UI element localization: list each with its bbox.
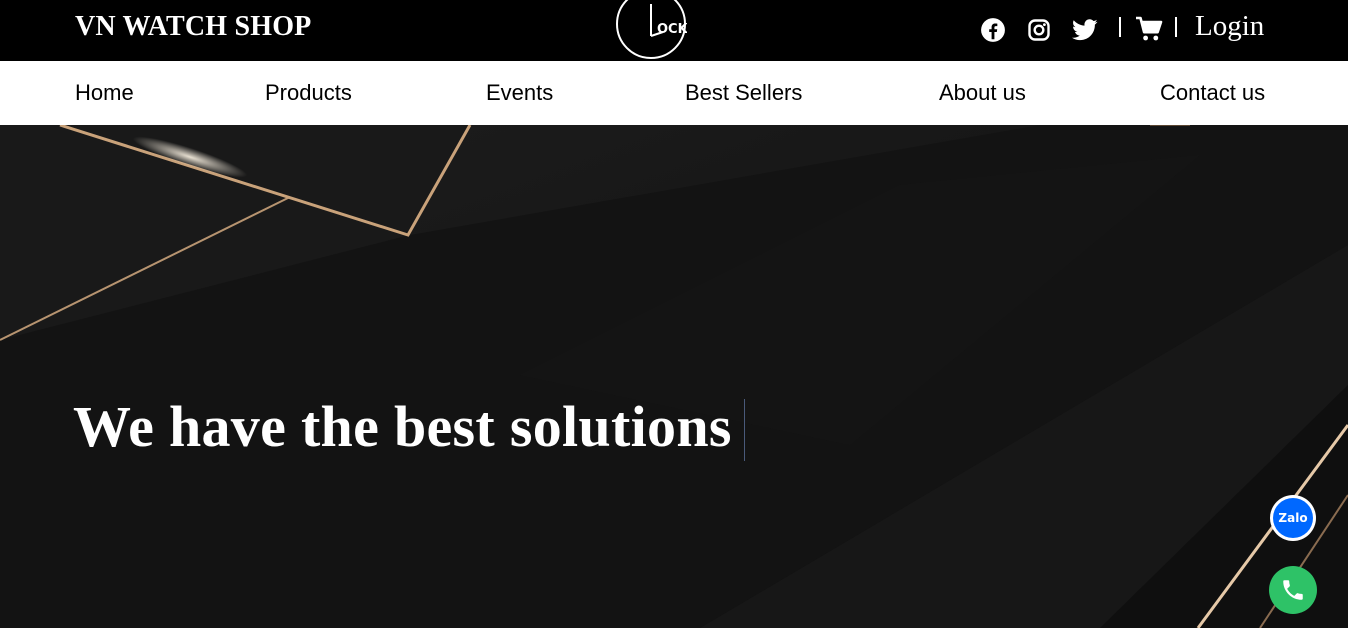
hero-background [0, 125, 1348, 628]
cart-icon[interactable] [1135, 15, 1163, 43]
nav-about-us[interactable]: About us [939, 80, 1026, 106]
nav-events[interactable]: Events [486, 80, 553, 106]
header-divider [1119, 17, 1121, 37]
header-divider [1175, 17, 1177, 37]
logo-text: OCK [657, 22, 687, 37]
login-link[interactable]: Login [1195, 10, 1264, 43]
twitter-icon[interactable] [1072, 17, 1098, 43]
brand-name[interactable]: VN WATCH SHOP [75, 11, 312, 43]
hero-banner: We have the best solutions [0, 125, 1348, 628]
zalo-label: Zalo [1273, 498, 1313, 538]
nav-home[interactable]: Home [75, 80, 134, 106]
nav-products[interactable]: Products [265, 80, 352, 106]
facebook-icon[interactable] [980, 17, 1006, 43]
text-cursor [744, 399, 745, 461]
phone-call-button[interactable] [1269, 566, 1317, 614]
social-links [980, 15, 1098, 45]
zalo-chat-button[interactable]: Zalo [1270, 495, 1316, 541]
nav-contact-us[interactable]: Contact us [1160, 80, 1265, 106]
main-navigation: Home Products Events Best Sellers About … [0, 61, 1348, 125]
hero-headline: We have the best solutions [73, 394, 732, 459]
top-header: VN WATCH SHOP OCK Login [0, 0, 1348, 61]
phone-icon [1283, 580, 1303, 600]
clock-logo[interactable]: OCK [615, 0, 687, 60]
instagram-icon[interactable] [1026, 17, 1052, 43]
nav-best-sellers[interactable]: Best Sellers [685, 80, 802, 106]
